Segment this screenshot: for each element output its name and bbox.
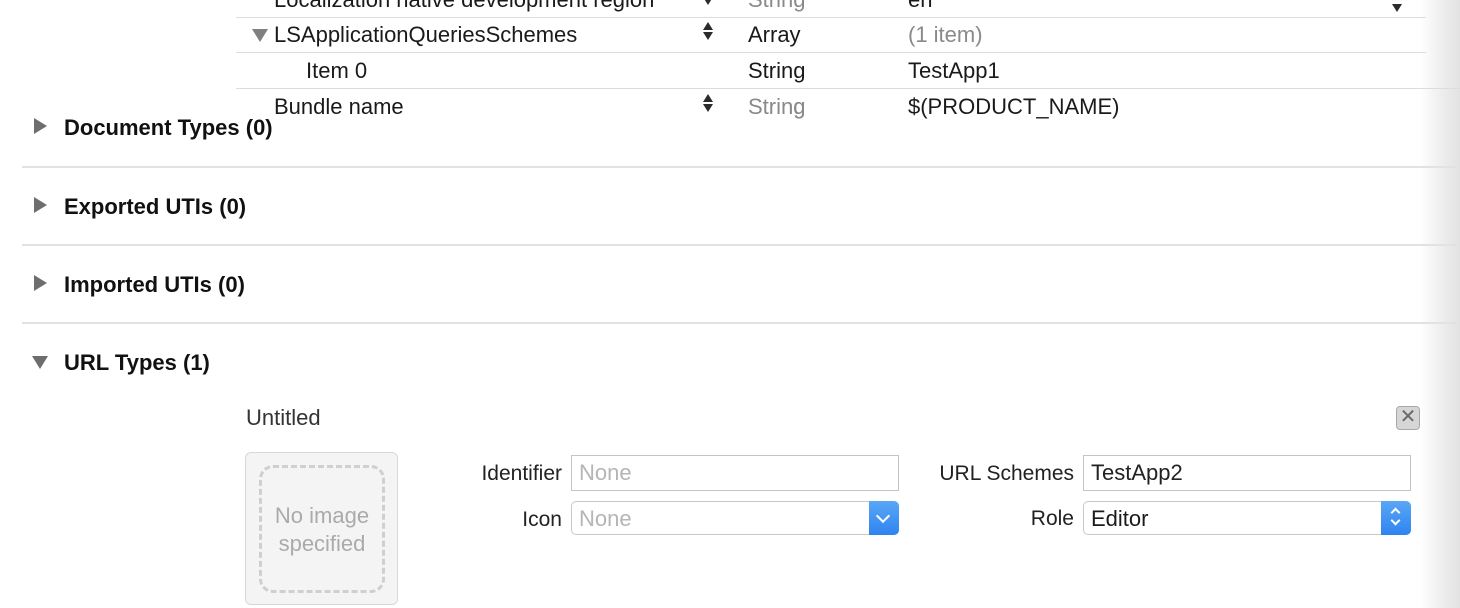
value-dropdown-icon[interactable]: [1392, 4, 1402, 12]
plist-type: String: [748, 58, 806, 83]
key-stepper-icon[interactable]: [700, 0, 716, 15]
plist-type: Array: [748, 22, 801, 47]
remove-url-type-button[interactable]: ✕: [1396, 406, 1420, 430]
image-drop-zone[interactable]: No image specified: [259, 465, 385, 593]
plist-key: Item 0: [306, 58, 368, 83]
close-icon: ✕: [1399, 406, 1417, 428]
url-schemes-field[interactable]: [1083, 455, 1411, 491]
section-url-types[interactable]: URL Types (1): [22, 324, 1460, 402]
disclosure-right-icon[interactable]: [34, 118, 47, 134]
key-stepper-icon[interactable]: [700, 20, 716, 50]
row-divider: [1426, 88, 1460, 89]
image-placeholder-text: No image specified: [274, 503, 370, 556]
icon-popup[interactable]: None: [571, 501, 899, 535]
plist-row[interactable]: LSApplicationQueriesSchemes Array (1 ite…: [236, 17, 1426, 53]
chevron-down-icon: [875, 508, 891, 524]
section-title: URL Types (1): [64, 350, 210, 375]
plist-type: String: [748, 0, 805, 13]
role-label: Role: [1030, 507, 1074, 530]
plist-type: String: [748, 94, 806, 119]
disclosure-down-icon[interactable]: [252, 29, 268, 42]
plist-value: (1 item): [908, 22, 983, 47]
identifier-field[interactable]: [571, 455, 899, 491]
icon-popup-value: None: [579, 506, 632, 531]
section-imported-utis[interactable]: Imported UTIs (0): [22, 246, 1460, 324]
popup-arrow[interactable]: [1381, 501, 1411, 535]
plist-key: Bundle name: [274, 94, 404, 119]
icon-label: Icon: [522, 508, 562, 531]
plist-key: Localization native development region: [274, 0, 654, 13]
popup-arrow[interactable]: [869, 501, 899, 535]
plist-value[interactable]: TestApp1: [908, 58, 1000, 84]
plist-value[interactable]: en: [908, 0, 932, 13]
image-well[interactable]: No image specified: [245, 452, 398, 605]
chevron-down-icon: [1390, 515, 1401, 526]
section-title: Exported UTIs (0): [64, 194, 247, 219]
url-type-name[interactable]: Untitled: [246, 405, 321, 431]
section-exported-utis[interactable]: Exported UTIs (0): [22, 168, 1460, 246]
url-schemes-label: URL Schemes: [939, 462, 1074, 485]
disclosure-right-icon[interactable]: [34, 275, 47, 291]
plist-row[interactable]: Localization native development region S…: [236, 0, 1426, 18]
plist-key: LSApplicationQueriesSchemes: [274, 22, 578, 47]
role-popup-value: Editor: [1091, 506, 1149, 531]
role-popup[interactable]: Editor: [1083, 501, 1411, 535]
disclosure-right-icon[interactable]: [34, 197, 47, 213]
disclosure-down-icon[interactable]: [32, 356, 48, 369]
section-title: Imported UTIs (0): [64, 272, 245, 297]
plist-row[interactable]: Item 0 String TestApp1: [236, 53, 1426, 89]
identifier-label: Identifier: [481, 462, 562, 485]
plist-row-overlay: Bundle name String: [236, 89, 836, 125]
key-stepper-icon[interactable]: [700, 92, 716, 122]
